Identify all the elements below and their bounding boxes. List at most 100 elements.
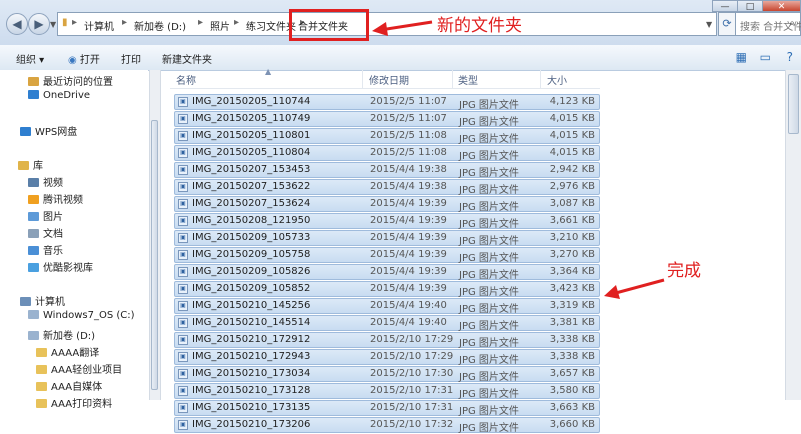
nav-item[interactable]: AAA打印资料 xyxy=(36,395,112,410)
nav-item[interactable]: AAA自媒体 xyxy=(36,378,102,393)
file-date: 2015/4/4 19:38 xyxy=(370,164,447,175)
image-file-icon: ▣ xyxy=(178,267,188,277)
column-header-type[interactable]: 类型 xyxy=(458,72,478,87)
file-type: JPG 图片文件 xyxy=(459,287,519,298)
image-file-icon: ▣ xyxy=(178,318,188,328)
column-divider[interactable] xyxy=(540,70,541,88)
image-file-icon: ▣ xyxy=(178,420,188,430)
file-type: JPG 图片文件 xyxy=(459,372,519,383)
file-row[interactable]: ▣ IMG_20150209_105733 2015/4/4 19:39 JPG 图片… xyxy=(174,230,600,247)
image-file-icon: ▣ xyxy=(178,386,188,396)
refresh-icon: ⟳ xyxy=(722,17,732,30)
nav-item[interactable]: Windows7_OS (C:) xyxy=(28,310,135,321)
file-row[interactable]: ▣ IMG_20150205_110744 2015/2/5 11:07 JPG 图片… xyxy=(174,94,600,111)
nav-item[interactable]: 计算机 xyxy=(20,293,65,308)
print-button[interactable]: 打印 xyxy=(121,51,141,66)
refresh-button[interactable]: ⟳ xyxy=(718,12,736,36)
nav-item-icon xyxy=(28,178,39,187)
file-size: 4,015 KB xyxy=(549,130,595,141)
column-header-name[interactable]: 名称 xyxy=(176,72,196,87)
file-size: 3,381 KB xyxy=(549,317,595,328)
nav-item[interactable]: WPS网盘 xyxy=(20,123,77,138)
address-field[interactable]: ▮ ▸ 计算机 ▸ 新加卷 (D:) ▸ 照片 ▸ 练习文件夹 ▸ 合并文件夹 … xyxy=(57,12,717,36)
file-row[interactable]: ▣ IMG_20150210_172912 2015/2/10 17:29 JPG 图… xyxy=(174,332,600,349)
file-row[interactable]: ▣ IMG_20150209_105758 2015/4/4 19:39 JPG 图片… xyxy=(174,247,600,264)
nav-item[interactable]: 新加卷 (D:) xyxy=(28,327,95,342)
breadcrumb-chevron-icon[interactable]: ▸ xyxy=(234,17,239,28)
column-divider[interactable] xyxy=(362,70,363,88)
history-dropdown-icon[interactable]: ▼ xyxy=(50,20,56,29)
file-row[interactable]: ▣ IMG_20150209_105852 2015/4/4 19:39 JPG 图片… xyxy=(174,281,600,298)
file-date: 2015/4/4 19:39 xyxy=(370,215,447,226)
nav-item[interactable]: OneDrive xyxy=(28,90,90,101)
forward-button[interactable]: ▶ xyxy=(28,13,50,35)
maximize-button[interactable]: □ xyxy=(737,0,763,12)
file-row[interactable]: ▣ IMG_20150210_145256 2015/4/4 19:40 JPG 图片… xyxy=(174,298,600,315)
new-folder-button[interactable]: 新建文件夹 xyxy=(162,51,212,66)
file-row[interactable]: ▣ IMG_20150210_173034 2015/2/10 17:30 JPG 图… xyxy=(174,366,600,383)
nav-item-label: 计算机 xyxy=(35,297,65,308)
breadcrumb-computer[interactable]: 计算机 xyxy=(84,18,114,33)
file-row[interactable]: ▣ IMG_20150209_105826 2015/4/4 19:39 JPG 图片… xyxy=(174,264,600,281)
file-list-scrollbar[interactable] xyxy=(785,70,801,400)
preview-pane-icon[interactable]: ▭ xyxy=(760,50,771,64)
address-dropdown-icon[interactable]: ▼ xyxy=(706,20,712,29)
file-name: IMG_20150207_153622 xyxy=(192,181,311,192)
nav-item[interactable]: AAAA翻译 xyxy=(36,344,99,359)
file-date: 2015/2/10 17:30 xyxy=(370,368,454,379)
file-type: JPG 图片文件 xyxy=(459,270,519,281)
back-arrow-icon: ◀ xyxy=(12,17,22,31)
file-row[interactable]: ▣ IMG_20150205_110804 2015/2/5 11:08 JPG 图片… xyxy=(174,145,600,162)
file-size: 3,270 KB xyxy=(549,249,595,260)
file-row[interactable]: ▣ IMG_20150210_173206 2015/2/10 17:32 JPG 图… xyxy=(174,417,600,434)
file-name: IMG_20150209_105852 xyxy=(192,283,311,294)
nav-item[interactable]: 最近访问的位置 xyxy=(28,73,113,88)
help-icon[interactable]: ? xyxy=(787,50,793,64)
file-size: 4,123 KB xyxy=(549,96,595,107)
nav-item[interactable]: AAA轻创业项目 xyxy=(36,361,122,376)
file-row[interactable]: ▣ IMG_20150205_110749 2015/2/5 11:07 JPG 图片… xyxy=(174,111,600,128)
breadcrumb-photos[interactable]: 照片 xyxy=(210,18,230,33)
navigation-scrollbar[interactable] xyxy=(149,70,161,400)
nav-item[interactable]: 优酷影视库 xyxy=(28,259,93,274)
organize-menu[interactable]: 组织 ▾ xyxy=(16,51,44,66)
file-row[interactable]: ▣ IMG_20150207_153453 2015/4/4 19:38 JPG 图片… xyxy=(174,162,600,179)
scrollbar-thumb[interactable] xyxy=(788,74,799,134)
breadcrumb-chevron-icon[interactable]: ▸ xyxy=(198,17,203,28)
breadcrumb-drive-d[interactable]: 新加卷 (D:) xyxy=(134,18,186,33)
nav-item[interactable]: 图片 xyxy=(28,208,63,223)
breadcrumb-chevron-icon[interactable]: ▸ xyxy=(72,17,77,28)
nav-item[interactable]: 文档 xyxy=(28,225,63,240)
column-header-size[interactable]: 大小 xyxy=(547,72,567,87)
back-button[interactable]: ◀ xyxy=(6,13,28,35)
file-name: IMG_20150205_110744 xyxy=(192,96,311,107)
file-row[interactable]: ▣ IMG_20150210_145514 2015/4/4 19:40 JPG 图片… xyxy=(174,315,600,332)
nav-item[interactable]: 库 xyxy=(18,157,43,172)
minimize-button[interactable]: — xyxy=(712,0,738,12)
image-file-icon: ▣ xyxy=(178,97,188,107)
file-row[interactable]: ▣ IMG_20150210_173128 2015/2/10 17:31 JPG 图… xyxy=(174,383,600,400)
column-divider[interactable] xyxy=(452,70,453,88)
scrollbar-thumb[interactable] xyxy=(151,120,158,390)
file-size: 2,942 KB xyxy=(549,164,595,175)
nav-item[interactable]: 腾讯视频 xyxy=(28,191,83,206)
nav-item[interactable]: 视频 xyxy=(28,174,63,189)
search-input[interactable]: 搜索 合并文件夹 ⌕ xyxy=(735,12,801,36)
close-button[interactable]: ✕ xyxy=(762,0,801,12)
nav-item-icon xyxy=(20,297,31,306)
open-button[interactable]: ◉ 打开 xyxy=(68,51,100,66)
file-type: JPG 图片文件 xyxy=(459,406,519,417)
breadcrumb-chevron-icon[interactable]: ▸ xyxy=(122,17,127,28)
column-header-date[interactable]: 修改日期 xyxy=(369,72,409,87)
file-name: IMG_20150207_153453 xyxy=(192,164,311,175)
nav-item-icon xyxy=(28,212,39,221)
nav-item[interactable]: 音乐 xyxy=(28,242,63,257)
file-row[interactable]: ▣ IMG_20150210_173135 2015/2/10 17:31 JPG 图… xyxy=(174,400,600,417)
view-options-icon[interactable]: ▦ xyxy=(736,50,747,64)
file-row[interactable]: ▣ IMG_20150210_172943 2015/2/10 17:29 JPG 图… xyxy=(174,349,600,366)
file-row[interactable]: ▣ IMG_20150207_153622 2015/4/4 19:38 JPG 图片… xyxy=(174,179,600,196)
file-row[interactable]: ▣ IMG_20150207_153624 2015/4/4 19:39 JPG 图片… xyxy=(174,196,600,213)
file-row[interactable]: ▣ IMG_20150208_121950 2015/4/4 19:39 JPG 图片… xyxy=(174,213,600,230)
image-file-icon: ▣ xyxy=(178,216,188,226)
file-row[interactable]: ▣ IMG_20150205_110801 2015/2/5 11:08 JPG 图片… xyxy=(174,128,600,145)
